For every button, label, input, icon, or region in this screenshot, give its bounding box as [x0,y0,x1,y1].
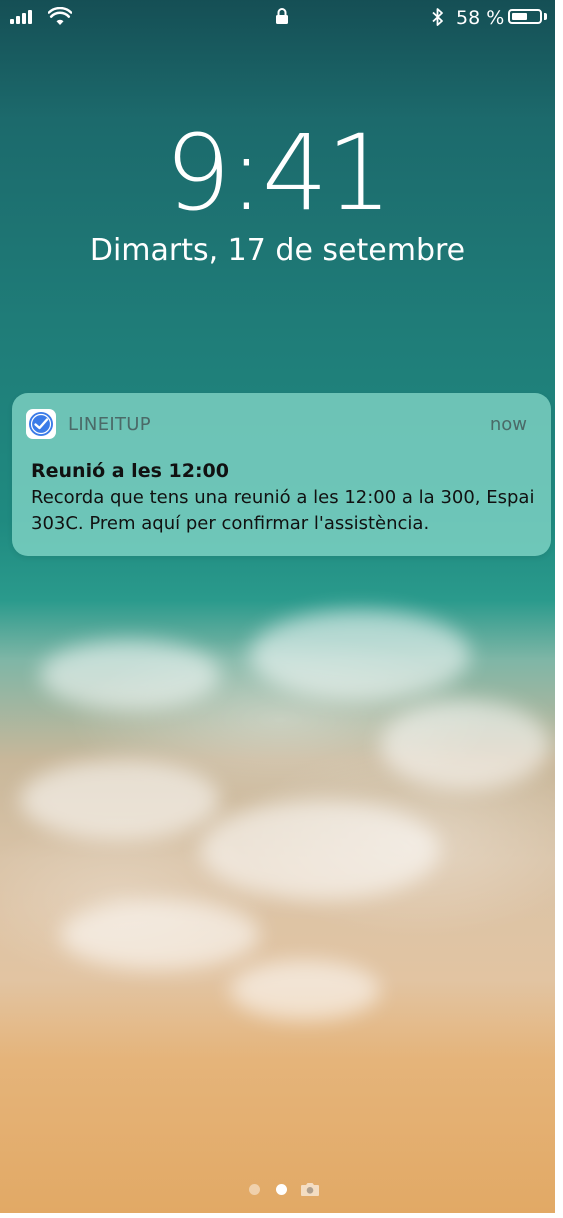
lineitup-app-icon [26,409,56,439]
battery-icon [508,9,542,24]
battery-level [512,13,527,20]
wifi-icon [48,7,72,25]
bluetooth-icon [432,8,443,26]
wallpaper-foam [230,960,380,1020]
lock-icon [276,8,288,24]
page-dot-1[interactable] [249,1184,260,1195]
notification-header: LINEITUP now [12,393,551,451]
battery-percent: 58 % [456,7,505,29]
wallpaper-foam [380,700,550,790]
wallpaper-foam [40,640,220,710]
status-bar: 58 % [0,0,555,36]
wallpaper-foam [60,900,260,970]
notification-body: Recorda que tens una reunió a les 12:00 … [31,487,535,534]
wallpaper-foam [250,610,470,700]
lock-screen: 58 % 9:41 Dimarts, 17 de setembre LINEIT… [0,0,555,1213]
page-dot-2[interactable] [276,1184,287,1195]
lock-date: Dimarts, 17 de setembre [89,233,466,268]
notification-title: Reunió a les 12:00 [31,460,229,482]
camera-icon[interactable] [300,1181,320,1197]
lock-clock: 9:41 [164,112,393,234]
notification-timestamp: now [489,414,527,435]
notification-app-name: LINEITUP [68,414,151,435]
page-indicator[interactable] [0,1181,555,1197]
notification-card[interactable]: LINEITUP now Reunió a les 12:00 Recorda … [12,393,551,556]
compass-check-icon [29,412,53,436]
wallpaper-foam [200,800,440,900]
signal-icon [10,10,32,24]
battery-cap [544,13,547,20]
wallpaper-foam [20,760,220,840]
